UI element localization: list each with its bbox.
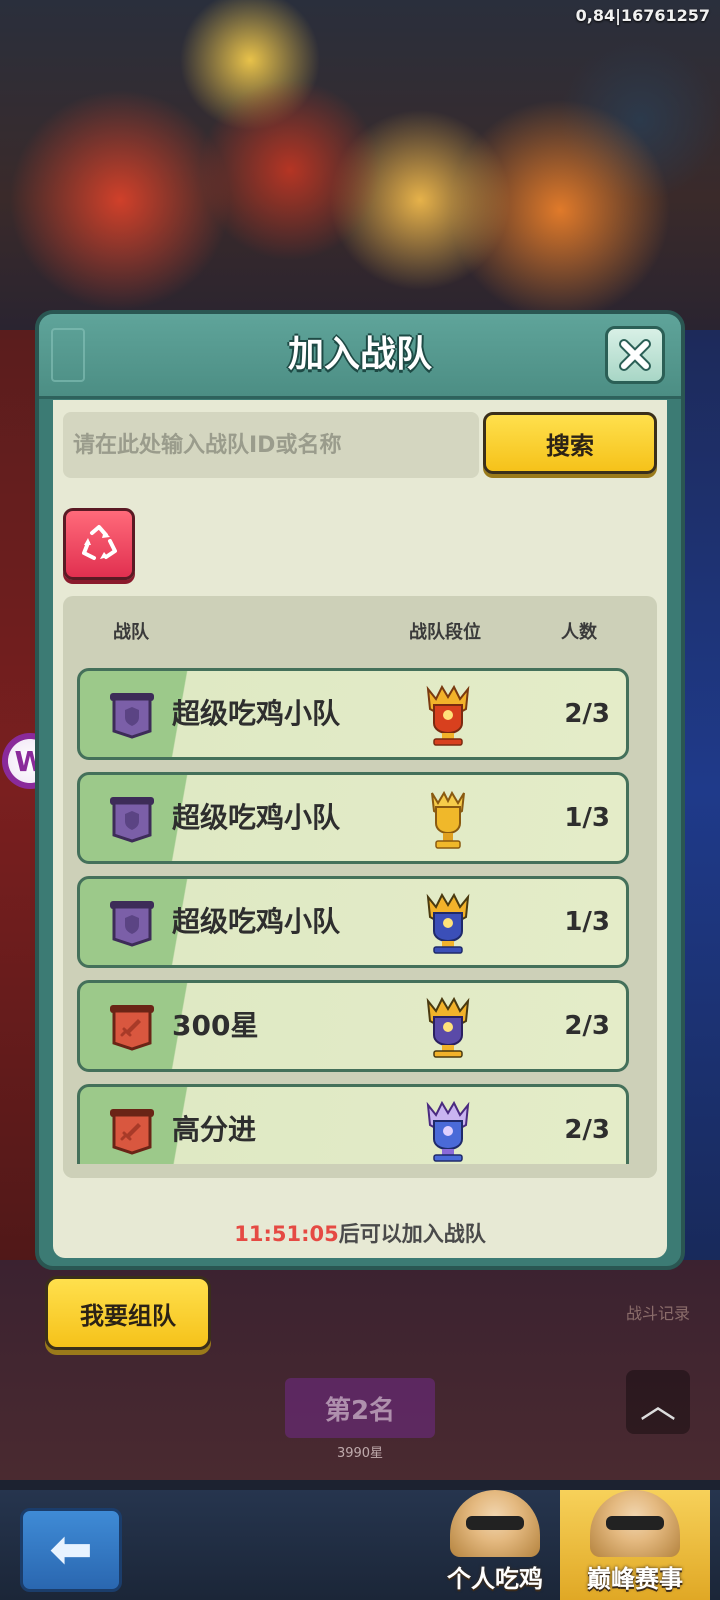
column-header-count: 人数 bbox=[561, 622, 597, 643]
shield-icon bbox=[110, 901, 154, 947]
tab-label: 巅峰赛事 bbox=[587, 1565, 683, 1593]
team-row[interactable]: 高分进 2/3 bbox=[77, 1084, 629, 1176]
close-icon bbox=[619, 339, 651, 371]
shield-icon bbox=[110, 693, 154, 739]
refresh-button[interactable] bbox=[63, 508, 135, 580]
form-team-button[interactable]: 我要组队 bbox=[45, 1276, 211, 1350]
dialog-header: 加入战队 bbox=[39, 314, 681, 399]
team-row[interactable]: 超级吃鸡小队 1/3 bbox=[77, 876, 629, 968]
sword-icon bbox=[110, 1005, 154, 1051]
team-name: 300星 bbox=[172, 1009, 259, 1042]
member-count: 2/3 bbox=[564, 1115, 610, 1145]
arrow-left-icon: ⬅ bbox=[49, 1520, 93, 1580]
red-gold-trophy-icon bbox=[426, 684, 470, 746]
background-rank-stars: 3990星 bbox=[336, 1446, 384, 1461]
join-team-dialog: 加入战队 搜索 bbox=[35, 310, 685, 1270]
shield-icon bbox=[110, 797, 154, 843]
member-count: 2/3 bbox=[564, 1011, 610, 1041]
member-count: 1/3 bbox=[564, 907, 610, 937]
background-artwork bbox=[0, 0, 720, 330]
tab-peak-event[interactable]: 巅峰赛事 bbox=[560, 1490, 710, 1600]
search-row: 搜索 bbox=[63, 412, 657, 480]
scroll-up-button[interactable]: ︿ bbox=[626, 1370, 690, 1434]
list-bottom-mask bbox=[63, 1164, 657, 1178]
team-row[interactable]: 300星 2/3 bbox=[77, 980, 629, 1072]
team-search-input[interactable] bbox=[63, 412, 479, 478]
bottom-navigation: ⬅ 个人吃鸡 巅峰赛事 bbox=[0, 1490, 720, 1600]
close-button[interactable] bbox=[605, 326, 665, 384]
dialog-body: 搜索 战队 战队段位 人数 bbox=[53, 400, 667, 1258]
column-header-rank: 战队段位 bbox=[409, 622, 481, 643]
debug-id-text: 0,84|16761257 bbox=[575, 6, 710, 25]
join-cooldown-text: 11:51:05后可以加入战队 bbox=[53, 1218, 667, 1248]
team-name: 超级吃鸡小队 bbox=[172, 801, 341, 834]
member-count: 1/3 bbox=[564, 803, 610, 833]
character-avatar-icon bbox=[590, 1490, 680, 1557]
back-button[interactable]: ⬅ bbox=[20, 1508, 122, 1592]
blue-purple-trophy-icon bbox=[426, 1100, 470, 1162]
cooldown-suffix: 后可以加入战队 bbox=[338, 1222, 486, 1246]
dialog-title: 加入战队 bbox=[287, 334, 432, 375]
tab-personal-chicken[interactable]: 个人吃鸡 bbox=[420, 1490, 570, 1600]
search-button[interactable]: 搜索 bbox=[483, 412, 657, 474]
blue-gold-trophy-icon bbox=[426, 996, 470, 1058]
sword-icon bbox=[110, 1109, 154, 1155]
gold-trophy-icon bbox=[431, 790, 465, 849]
blue-gold-trophy-icon bbox=[426, 892, 470, 954]
team-name: 超级吃鸡小队 bbox=[172, 697, 341, 730]
column-header-team: 战队 bbox=[113, 622, 149, 643]
battle-record-link[interactable]: 战斗记录 bbox=[626, 1300, 690, 1324]
team-row[interactable]: 超级吃鸡小队 2/3 bbox=[77, 668, 629, 760]
chevron-up-icon: ︿ bbox=[639, 1385, 676, 1426]
team-name: 超级吃鸡小队 bbox=[172, 905, 341, 938]
recycle-icon bbox=[82, 525, 117, 560]
cooldown-timer: 11:51:05 bbox=[234, 1222, 339, 1246]
team-list-panel: 战队 战队段位 人数 超级吃鸡小队 2/3 超级吃鸡小队 1/3 超级吃鸡小队 … bbox=[63, 596, 657, 1178]
team-row[interactable]: 超级吃鸡小队 1/3 bbox=[77, 772, 629, 864]
tab-label: 个人吃鸡 bbox=[447, 1565, 543, 1593]
team-name: 高分进 bbox=[172, 1113, 257, 1146]
character-avatar-icon bbox=[450, 1490, 540, 1557]
member-count: 2/3 bbox=[564, 699, 610, 729]
background-rank-plate: 第2名 bbox=[285, 1378, 435, 1438]
